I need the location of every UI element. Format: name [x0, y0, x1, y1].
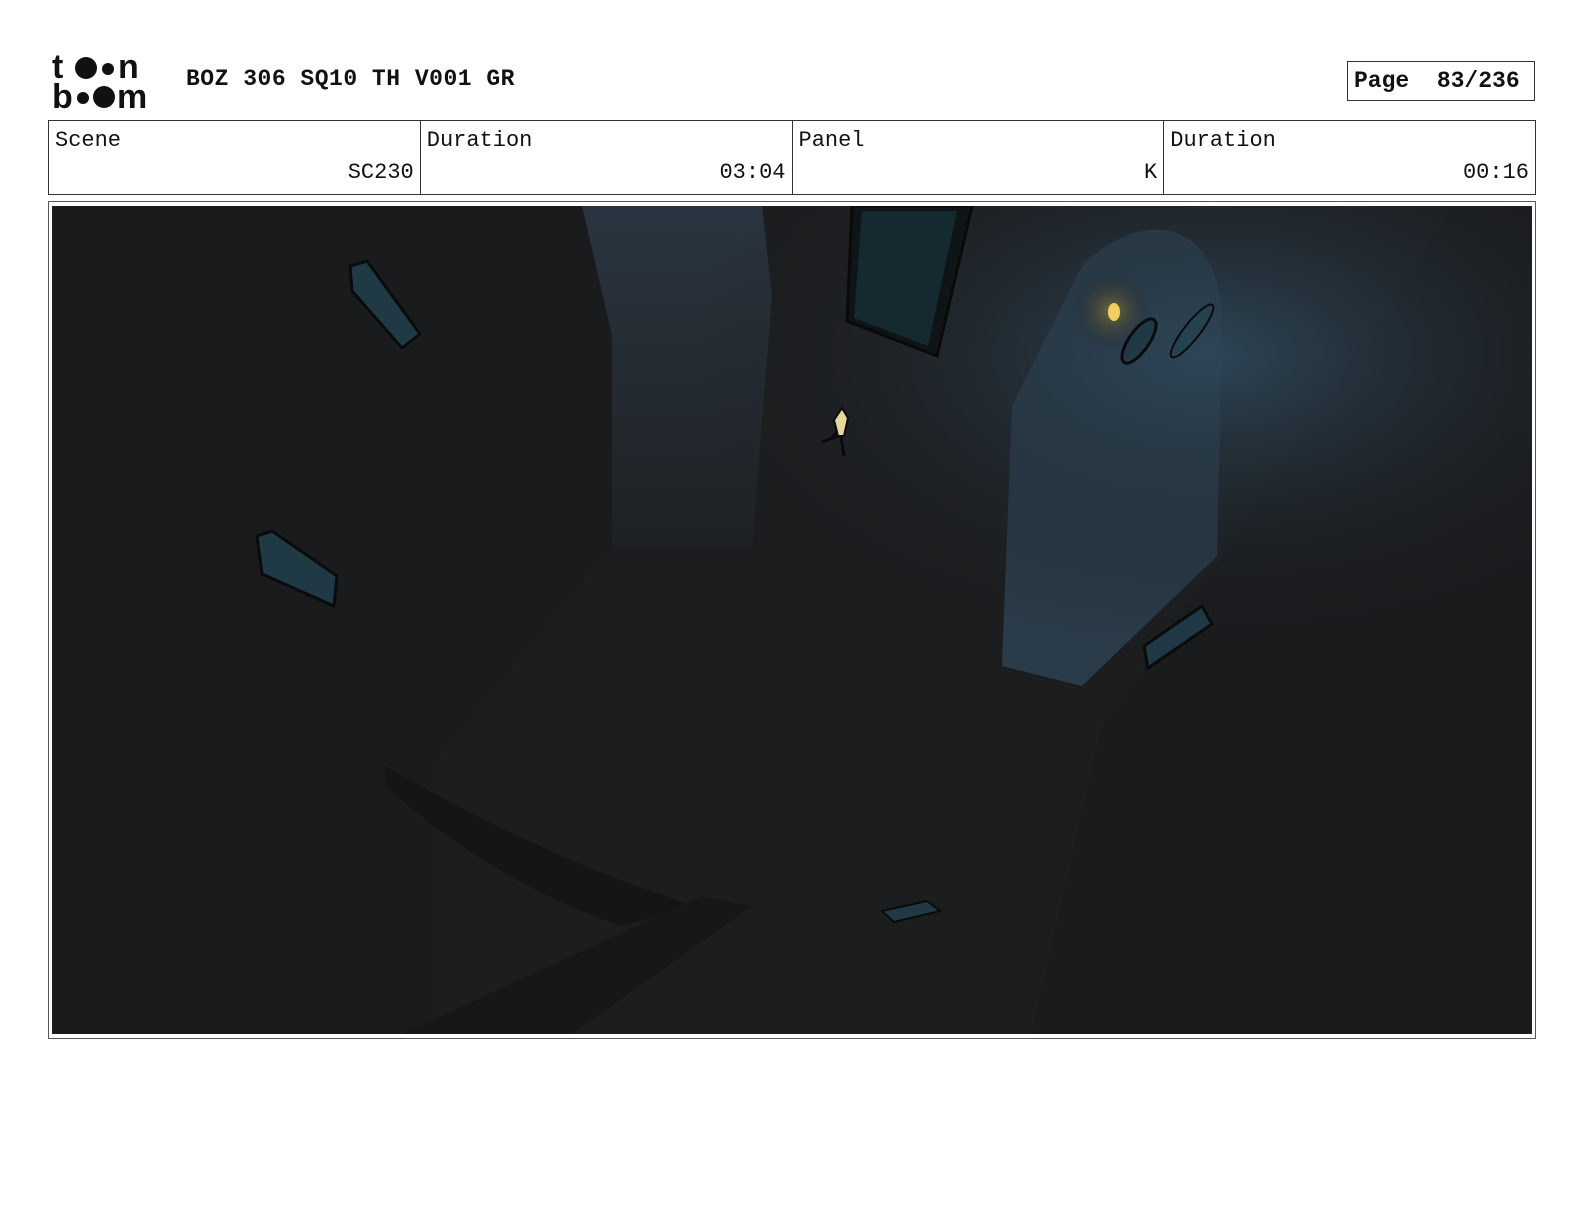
scene-value: SC230 [347, 160, 414, 185]
panel-cell: Panel K [793, 121, 1165, 194]
panel-label: Panel [798, 128, 865, 153]
scene-duration-value: 03:04 [719, 160, 786, 185]
panel-value: K [1144, 160, 1158, 185]
scene-cell: Scene SC230 [49, 121, 421, 194]
svg-text:m: m [117, 78, 147, 112]
scene-duration-cell: Duration 03:04 [421, 121, 793, 194]
panel-duration-value: 00:16 [1462, 160, 1529, 185]
document-title: BOZ 306 SQ10 TH V001 GR [186, 66, 515, 92]
panel-duration-label: Duration [1170, 128, 1276, 153]
page-number: 83/236 [1436, 68, 1520, 94]
toon-boom-logo: t n b m [52, 48, 164, 116]
lamp-light [1108, 303, 1120, 321]
page-label: Page [1354, 68, 1410, 94]
panel-duration-cell: Duration 00:16 [1164, 121, 1535, 194]
page-indicator: Page 83/236 [1347, 61, 1535, 101]
storyboard-panel-image [52, 206, 1532, 1034]
scene-duration-label: Duration [426, 128, 533, 153]
scene-label: Scene [55, 128, 122, 153]
svg-text:b: b [52, 78, 73, 112]
info-table: Scene SC230 Duration 03:04 Panel K Durat… [48, 120, 1536, 195]
